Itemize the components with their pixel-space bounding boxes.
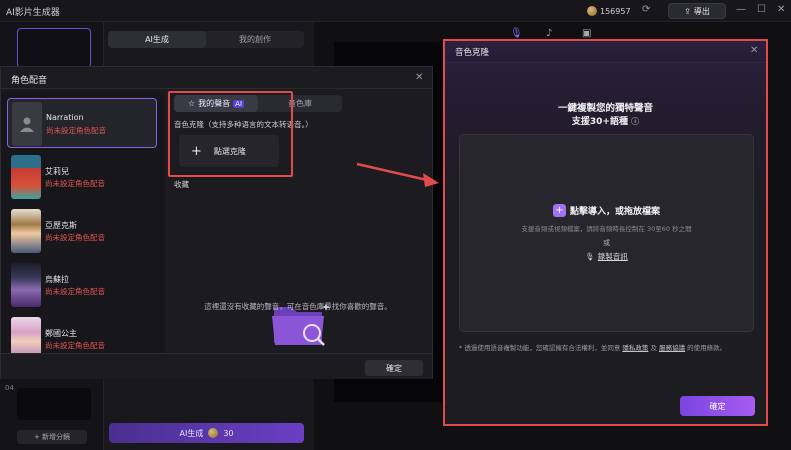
avatar <box>12 102 42 146</box>
scene-number: 04 <box>5 384 14 392</box>
annotation-highlight <box>168 91 293 177</box>
ai-generate-label: AI生成 <box>179 428 204 438</box>
close-icon[interactable]: ✕ <box>415 72 423 83</box>
clone-heading: 一鍵複製您的獨特聲音 <box>557 103 653 114</box>
favorites-label: 收藏 <box>174 180 189 189</box>
disclaimer-text: * 透過使用語音複製功能，您確認擁有合法權利，並同意 隱私政策 及 服務協議 的… <box>459 344 759 352</box>
import-hint: 支援音頻或視頻檔案，請將音頻時長控制在 30至60 秒之間 <box>521 225 692 233</box>
app-title: AI影片生成器 <box>6 8 60 18</box>
subtitle-icon[interactable]: ▣ <box>582 28 591 39</box>
music-icon[interactable]: ♪ <box>546 28 552 39</box>
divider <box>445 62 766 63</box>
confirm-button[interactable]: 確定 <box>680 396 755 416</box>
character-status: 尚未設定角色配音 <box>45 179 105 188</box>
privacy-policy-link[interactable]: 隱私政策 <box>622 344 648 352</box>
generation-tabs: AI生成 我的創作 <box>108 31 304 48</box>
or-label: 或 <box>603 239 610 247</box>
avatar <box>11 209 41 253</box>
dialog-title: 角色配音 <box>11 76 48 86</box>
info-icon[interactable]: ⓘ <box>631 117 639 126</box>
character-status: 尚未設定角色配音 <box>45 341 105 350</box>
character-item-ariel[interactable]: 艾莉兒 尚未設定角色配音 <box>7 152 157 202</box>
avatar <box>11 263 41 307</box>
character-item-narration[interactable]: Narration 尚未設定角色配音 <box>7 98 157 148</box>
close-window-button[interactable]: ✕ <box>777 4 785 15</box>
plus-icon: + <box>552 204 566 217</box>
character-status: 尚未設定角色配音 <box>45 287 105 296</box>
empty-favorites-text: 這裡還沒有收藏的聲音，可在音色庫尋找你喜歡的聲音。 <box>204 302 392 311</box>
dialog-header <box>1 67 432 89</box>
character-list: Narration 尚未設定角色配音 艾莉兒 尚未設定角色配音 亞歷克斯 尚未設… <box>1 91 165 361</box>
character-name: Narration <box>46 113 84 122</box>
person-icon <box>20 117 34 132</box>
confirm-button[interactable]: 確定 <box>365 360 423 376</box>
import-label: 點擊導入，或拖放檔案 <box>569 207 660 217</box>
annotation-arrow <box>356 162 439 187</box>
character-item-ursula[interactable]: 烏蘇拉 尚未設定角色配音 <box>7 260 157 310</box>
tab-my-creations[interactable]: 我的創作 <box>206 31 304 48</box>
coin-icon <box>208 428 219 438</box>
character-name: 艾莉兒 <box>45 167 69 176</box>
minimize-button[interactable]: — <box>736 4 746 15</box>
terms-link[interactable]: 服務協議 <box>659 344 685 352</box>
and-label: 及 <box>650 344 657 352</box>
tab-ai-generate[interactable]: AI生成 <box>108 31 206 48</box>
avatar <box>11 155 41 199</box>
ai-generate-button[interactable]: AI生成 30 <box>109 423 304 443</box>
voice-clone-dialog: 音色克隆 ✕ 一鍵複製您的獨特聲音 支援30+語種 ⓘ + 點擊導入，或拖放檔案… <box>443 39 768 426</box>
disclaimer-suffix: 的使用條款。 <box>687 344 727 352</box>
microphone-icon: 🎙 <box>585 252 595 261</box>
character-item-alex[interactable]: 亞歷克斯 尚未設定角色配音 <box>7 206 157 256</box>
close-icon[interactable]: ✕ <box>750 45 758 56</box>
record-audio-link[interactable]: 🎙 錄製音訊 <box>460 251 753 262</box>
export-icon: ⇪ <box>684 6 691 16</box>
add-scene-button[interactable]: + 新增分鏡 <box>17 430 87 444</box>
character-name: 烏蘇拉 <box>45 275 69 284</box>
refresh-icon[interactable]: ⟳ <box>642 4 650 15</box>
maximize-button[interactable]: ☐ <box>757 4 766 15</box>
record-label: 錄製音訊 <box>597 252 628 261</box>
clone-subheading: 支援30+語種 ⓘ <box>445 114 766 127</box>
character-name: 亞歷克斯 <box>45 221 77 230</box>
export-button[interactable]: ⇪ 導出 <box>668 3 726 19</box>
ai-generate-cost: 30 <box>223 428 234 438</box>
coin-icon <box>587 6 597 16</box>
character-name: 鄭國公主 <box>45 329 77 338</box>
export-label: 導出 <box>693 6 710 16</box>
scene-thumbnail[interactable] <box>17 388 91 420</box>
credits-value: 156957 <box>600 6 631 16</box>
credits-display: 156957 <box>587 4 631 18</box>
microphone-icon[interactable]: 🎙 <box>510 28 523 39</box>
dialog-title: 音色克隆 <box>455 48 490 58</box>
scene-thumbnail[interactable] <box>17 28 91 68</box>
import-row[interactable]: + 點擊導入，或拖放檔案 <box>460 204 753 217</box>
character-status: 尚未設定角色配音 <box>45 233 105 242</box>
disclaimer-prefix: * 透過使用語音複製功能，您確認擁有合法權利，並同意 <box>459 344 621 352</box>
character-status: 尚未設定角色配音 <box>46 126 106 135</box>
clone-subheading-text: 支援30+語種 <box>571 117 628 127</box>
file-drop-zone[interactable]: + 點擊導入，或拖放檔案 支援音頻或視頻檔案，請將音頻時長控制在 30至60 秒… <box>459 134 754 332</box>
